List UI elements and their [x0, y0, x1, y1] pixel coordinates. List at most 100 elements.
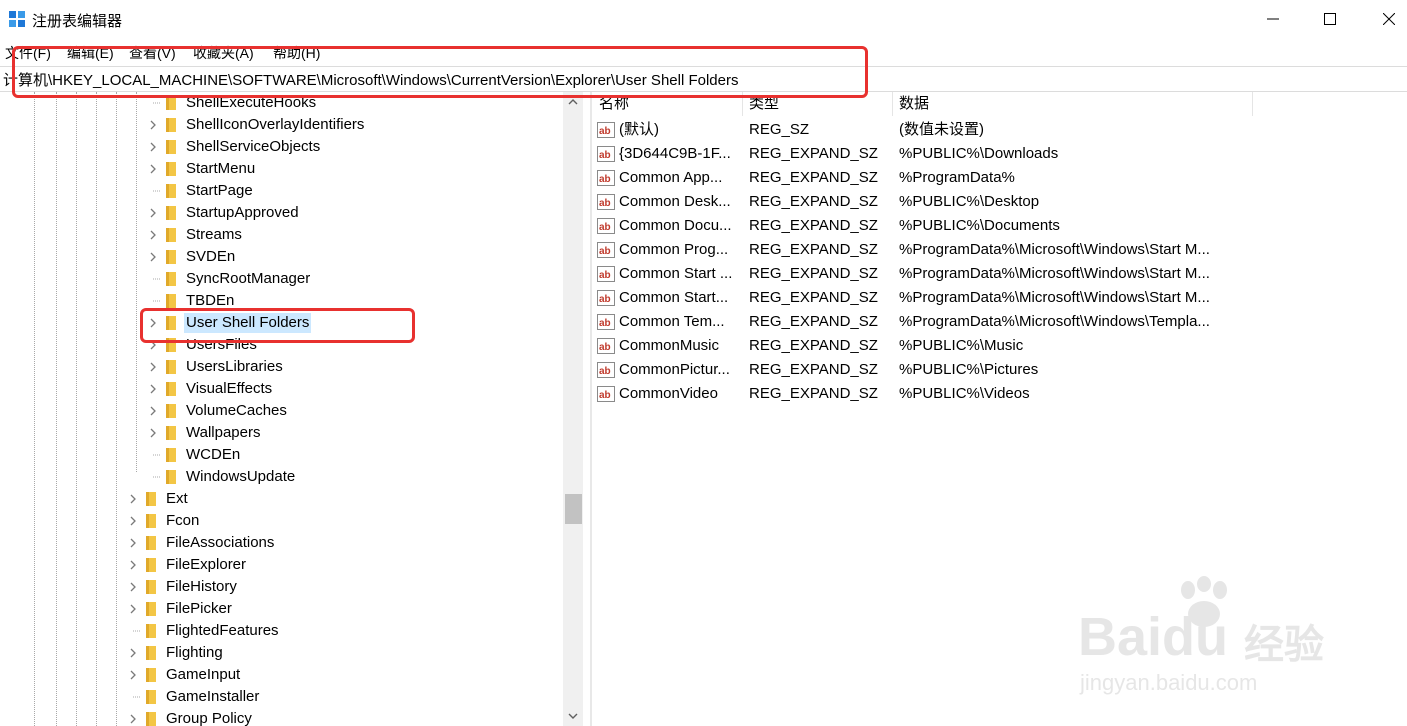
- tree-item[interactable]: WCDEn: [146, 444, 242, 466]
- tree-item[interactable]: WindowsUpdate: [146, 466, 297, 488]
- tree-guide-line: [76, 92, 77, 726]
- key-tree-pane[interactable]: ShellExecuteHooks ShellIconOverlayIdentif…: [0, 92, 565, 726]
- value-row[interactable]: ab Common Start... REG_EXPAND_SZ %ProgramDa…: [593, 286, 1407, 310]
- value-row[interactable]: ab CommonMusic REG_EXPAND_SZ %PUBLIC%\Music: [593, 334, 1407, 358]
- chevron-right-icon[interactable]: [146, 202, 160, 224]
- folder-icon: [164, 250, 178, 264]
- tree-guide-line: [136, 92, 137, 472]
- tree-item[interactable]: FileHistory: [126, 576, 239, 598]
- chevron-right-icon[interactable]: [146, 356, 160, 378]
- minimize-button[interactable]: [1250, 4, 1296, 34]
- value-row[interactable]: ab Common Desk... REG_EXPAND_SZ %PUBLIC%\De…: [593, 190, 1407, 214]
- value-data: %ProgramData%\Microsoft\Windows\Start M.…: [899, 241, 1210, 258]
- chevron-right-icon[interactable]: [126, 488, 140, 510]
- tree-item-label: FilePicker: [166, 600, 232, 617]
- tree-item[interactable]: UsersLibraries: [146, 356, 285, 378]
- value-row[interactable]: ab (默认) REG_SZ (数值未设置): [593, 118, 1407, 142]
- tree-item[interactable]: SyncRootManager: [146, 268, 312, 290]
- chevron-right-icon[interactable]: [126, 576, 140, 598]
- tree-connector: [126, 620, 140, 642]
- tree-guide-line: [56, 92, 57, 726]
- chevron-right-icon[interactable]: [146, 422, 160, 444]
- tree-item[interactable]: GameInput: [126, 664, 242, 686]
- value-data: %PUBLIC%\Desktop: [899, 193, 1040, 210]
- tree-item-label: FlightedFeatures: [166, 622, 279, 639]
- scroll-thumb[interactable]: [565, 494, 582, 524]
- value-data: %ProgramData%\Microsoft\Windows\Templa..…: [899, 313, 1210, 330]
- tree-item[interactable]: Fcon: [126, 510, 201, 532]
- value-row[interactable]: ab CommonPictur... REG_EXPAND_SZ %PUBLIC%\P…: [593, 358, 1407, 382]
- tree-item[interactable]: VisualEffects: [146, 378, 274, 400]
- column-header-data[interactable]: 数据: [893, 92, 1253, 116]
- folder-icon: [164, 448, 178, 462]
- window-title: 注册表编辑器: [32, 13, 123, 30]
- tree-scrollbar[interactable]: [563, 92, 583, 726]
- regedit-app-icon: [9, 11, 25, 27]
- value-row[interactable]: ab {3D644C9B-1F... REG_EXPAND_SZ %PUBLIC%\D…: [593, 142, 1407, 166]
- value-type: REG_EXPAND_SZ: [749, 361, 878, 378]
- tree-item[interactable]: Streams: [146, 224, 244, 246]
- chevron-right-icon[interactable]: [126, 598, 140, 620]
- value-type: REG_EXPAND_SZ: [749, 193, 878, 210]
- tree-item-label: FileHistory: [166, 578, 237, 595]
- tree-item-label: Flighting: [166, 644, 223, 661]
- folder-icon: [144, 580, 158, 594]
- chevron-right-icon[interactable]: [126, 554, 140, 576]
- tree-item[interactable]: FilePicker: [126, 598, 234, 620]
- watermark-brand: Baidu: [1078, 607, 1229, 667]
- value-type: REG_EXPAND_SZ: [749, 217, 878, 234]
- svg-text:ab: ab: [599, 222, 611, 233]
- value-row[interactable]: ab Common Prog... REG_EXPAND_SZ %ProgramDat…: [593, 238, 1407, 262]
- chevron-right-icon[interactable]: [146, 136, 160, 158]
- tree-item[interactable]: Ext: [126, 488, 190, 510]
- watermark-url: jingyan.baidu.com: [1080, 670, 1258, 695]
- chevron-right-icon[interactable]: [146, 378, 160, 400]
- value-row[interactable]: ab CommonVideo REG_EXPAND_SZ %PUBLIC%\Video…: [593, 382, 1407, 406]
- tree-item[interactable]: ShellIconOverlayIdentifiers: [146, 114, 366, 136]
- tree-item[interactable]: FileExplorer: [126, 554, 248, 576]
- value-row[interactable]: ab Common Docu... REG_EXPAND_SZ %PUBLIC%\Do…: [593, 214, 1407, 238]
- tree-item[interactable]: StartupApproved: [146, 202, 301, 224]
- chevron-right-icon[interactable]: [126, 708, 140, 726]
- value-type: REG_EXPAND_SZ: [749, 385, 878, 402]
- tree-item[interactable]: SVDEn: [146, 246, 237, 268]
- tree-item[interactable]: StartMenu: [146, 158, 257, 180]
- pane-splitter[interactable]: [590, 92, 592, 726]
- value-name: CommonPictur...: [619, 361, 730, 378]
- tree-item-label: StartPage: [186, 182, 253, 199]
- scroll-down-button[interactable]: [563, 706, 583, 726]
- chevron-right-icon[interactable]: [126, 510, 140, 532]
- chevron-right-icon[interactable]: [146, 246, 160, 268]
- chevron-right-icon[interactable]: [146, 158, 160, 180]
- tree-item[interactable]: Flighting: [126, 642, 225, 664]
- chevron-right-icon[interactable]: [126, 532, 140, 554]
- tree-item[interactable]: Wallpapers: [146, 422, 262, 444]
- value-type: REG_SZ: [749, 121, 810, 138]
- tree-item-label: WindowsUpdate: [186, 468, 296, 485]
- value-row[interactable]: ab Common App... REG_EXPAND_SZ %ProgramData…: [593, 166, 1407, 190]
- tree-item[interactable]: FlightedFeatures: [126, 620, 281, 642]
- tree-item[interactable]: VolumeCaches: [146, 400, 289, 422]
- tree-item-label: Wallpapers: [186, 424, 261, 441]
- string-value-icon: ab: [597, 218, 615, 234]
- tree-item-label: FileAssociations: [166, 534, 275, 551]
- tree-item[interactable]: GameInstaller: [126, 686, 261, 708]
- tree-item[interactable]: Group Policy: [126, 708, 254, 726]
- chevron-right-icon[interactable]: [126, 642, 140, 664]
- maximize-button[interactable]: [1307, 4, 1353, 34]
- tree-item[interactable]: FileAssociations: [126, 532, 276, 554]
- chevron-right-icon[interactable]: [146, 400, 160, 422]
- tree-item[interactable]: ShellServiceObjects: [146, 136, 322, 158]
- close-button[interactable]: [1366, 4, 1407, 34]
- value-data: %PUBLIC%\Downloads: [899, 145, 1059, 162]
- chevron-right-icon[interactable]: [146, 114, 160, 136]
- tree-item-label: StartMenu: [186, 160, 256, 177]
- tree-guide-line: [96, 92, 97, 726]
- value-row[interactable]: ab Common Tem... REG_EXPAND_SZ %ProgramData…: [593, 310, 1407, 334]
- tree-item[interactable]: StartPage: [146, 180, 255, 202]
- chevron-right-icon[interactable]: [126, 664, 140, 686]
- value-data: %PUBLIC%\Music: [899, 337, 1024, 354]
- string-value-icon: ab: [597, 386, 615, 402]
- value-row[interactable]: ab Common Start ... REG_EXPAND_SZ %ProgramD…: [593, 262, 1407, 286]
- chevron-right-icon[interactable]: [146, 224, 160, 246]
